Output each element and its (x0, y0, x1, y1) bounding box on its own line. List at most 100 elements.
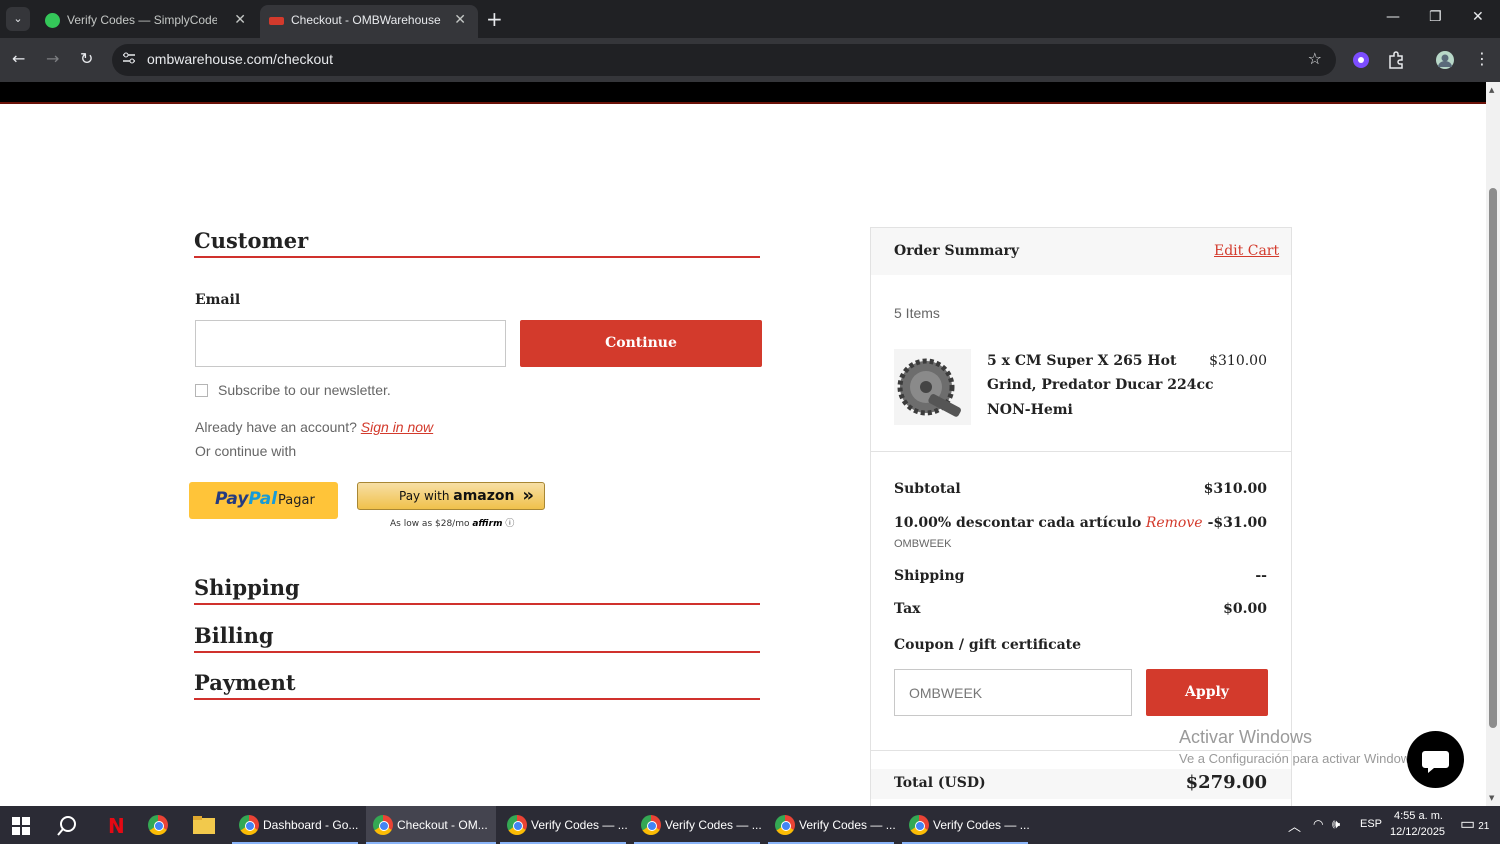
summary-divider (871, 451, 1291, 452)
volume-icon[interactable]: 🕪 (1332, 816, 1340, 832)
windows-start-icon[interactable] (12, 817, 30, 835)
chat-widget-button[interactable] (1407, 731, 1464, 788)
product-name-line-1: 5 x CM Super X 265 Hot (987, 353, 1177, 369)
product-gear-image (894, 349, 971, 425)
site-info-icon[interactable] (122, 51, 136, 65)
taskbar-app-label: Checkout - OM... (397, 818, 488, 832)
item-count: 5 Items (894, 305, 940, 321)
scroll-up-icon[interactable]: ▲ (1489, 86, 1494, 94)
taskbar-app-verify-codes-4[interactable]: Verify Codes — ... (902, 806, 1030, 844)
order-summary-panel: Order Summary Edit Cart 5 Items 5 x CM S… (870, 227, 1292, 806)
discount-value: -$31.00 (1207, 515, 1267, 531)
subtotal-value: $310.00 (1203, 481, 1267, 497)
wifi-icon[interactable]: ◠ (1313, 817, 1323, 831)
close-tab-icon[interactable]: ✕ (454, 11, 466, 28)
chat-bubble-icon (1422, 751, 1449, 773)
edit-cart-link[interactable]: Edit Cart (1214, 243, 1279, 259)
taskbar-app-label: Verify Codes — ... (933, 818, 1030, 832)
new-tab-icon[interactable]: + (486, 7, 503, 31)
tray-chevron-up-icon[interactable]: ︿ (1288, 816, 1301, 835)
notification-icon: ▭ (1460, 816, 1476, 833)
newsletter-checkbox[interactable] (195, 384, 208, 397)
address-bar[interactable]: ombwarehouse.com/checkout ☆ (112, 44, 1336, 76)
chrome-icon (909, 815, 929, 835)
browser-tab-strip: ⌄ Verify Codes — SimplyCodes ✕ Checkout … (0, 0, 1500, 38)
scroll-down-icon[interactable]: ▼ (1489, 794, 1494, 802)
newsletter-label: Subscribe to our newsletter. (218, 382, 391, 398)
taskbar-chrome-icon[interactable] (141, 806, 177, 844)
paypal-logo-icon: PayPal (215, 489, 278, 509)
notifications-button[interactable]: ▭ 21 (1460, 814, 1489, 834)
shipping-heading: Shipping (194, 575, 760, 605)
chrome-icon (239, 815, 259, 835)
amazon-logo-icon: amazon (453, 488, 515, 504)
coupon-input[interactable]: OMBWEEK (894, 669, 1132, 716)
email-input[interactable] (195, 320, 506, 367)
minimize-icon[interactable]: — (1386, 9, 1400, 25)
shipping-value: -- (1255, 568, 1267, 584)
scrollbar-thumb[interactable] (1489, 188, 1497, 728)
sign-in-link[interactable]: Sign in now (361, 419, 433, 435)
total-value: $279.00 (1185, 772, 1267, 793)
restore-icon[interactable]: ❐ (1429, 9, 1442, 25)
taskbar-app-label: Verify Codes — ... (799, 818, 896, 832)
taskbar-app-verify-codes-3[interactable]: Verify Codes — ... (768, 806, 896, 844)
extension-purple-icon[interactable] (1351, 50, 1371, 70)
apply-coupon-button[interactable]: Apply (1146, 669, 1268, 716)
forward-icon[interactable]: → (46, 49, 59, 68)
account-prompt-line: Already have an account? Sign in now (195, 419, 433, 435)
file-explorer-icon[interactable] (193, 816, 215, 834)
taskbar-app-dashboard[interactable]: Dashboard - Go... (232, 806, 358, 844)
coupon-label: Coupon / gift certificate (894, 637, 1082, 653)
browser-menu-icon[interactable]: ⋮ (1474, 49, 1490, 68)
tab-checkout[interactable]: Checkout - OMBWarehouse.com ✕ (260, 5, 478, 38)
tab-search-button[interactable]: ⌄ (6, 7, 30, 31)
info-icon[interactable]: ⓘ (505, 519, 514, 529)
back-icon[interactable]: ← (12, 49, 25, 68)
chrome-icon (641, 815, 661, 835)
notification-count: 21 (1478, 821, 1490, 832)
profile-avatar-icon[interactable] (1435, 50, 1455, 70)
chrome-icon (148, 815, 168, 835)
bookmark-star-icon[interactable]: ☆ (1308, 49, 1322, 68)
amazon-pay-prefix: Pay with (399, 489, 450, 503)
taskbar-app-label: Dashboard - Go... (263, 818, 359, 832)
netflix-icon[interactable]: N (108, 814, 125, 838)
continue-with-text: Or continue with (195, 443, 297, 459)
windows-taskbar: N Dashboard - Go... Checkout - OM... Ver… (0, 806, 1500, 844)
continue-button[interactable]: Continue (520, 320, 762, 367)
windows-activation-subtitle: Ve a Configuración para activar Windows. (1179, 751, 1421, 766)
chevron-right-icon: » (522, 485, 534, 506)
windows-activation-title: Activar Windows (1179, 727, 1313, 747)
chrome-icon (373, 815, 393, 835)
paypal-button[interactable]: PayPal Pagar (189, 482, 338, 519)
taskbar-app-label: Verify Codes — ... (531, 818, 628, 832)
tab-verify-codes[interactable]: Verify Codes — SimplyCodes ✕ (36, 5, 258, 38)
clock-date[interactable]: 12/12/2025 (1390, 826, 1445, 838)
chrome-icon (775, 815, 795, 835)
url-text: ombwarehouse.com/checkout (147, 51, 333, 67)
search-icon[interactable] (56, 815, 78, 837)
language-indicator[interactable]: ESP (1360, 818, 1382, 830)
discount-line: 10.00% descontar cada artículo Remove (894, 515, 1203, 531)
product-price: $310.00 (1209, 353, 1267, 369)
page-scrollbar[interactable]: ▲ ▼ (1486, 82, 1500, 806)
close-tab-icon[interactable]: ✕ (234, 11, 246, 28)
affirm-text: As low as $28/mo (390, 519, 470, 529)
taskbar-app-checkout[interactable]: Checkout - OM... (366, 806, 496, 844)
taskbar-app-verify-codes-2[interactable]: Verify Codes — ... (634, 806, 762, 844)
site-header-bar (0, 82, 1486, 104)
reload-icon[interactable]: ↻ (80, 49, 93, 68)
clock-time[interactable]: 4:55 a. m. (1394, 810, 1443, 822)
order-summary-title: Order Summary (894, 243, 1020, 259)
amazon-pay-button[interactable]: Pay with amazon » (357, 482, 545, 510)
extensions-puzzle-icon[interactable] (1386, 50, 1406, 70)
tab-title: Checkout - OMBWarehouse.com (291, 13, 441, 27)
payment-heading: Payment (194, 670, 760, 700)
account-prompt: Already have an account? (195, 419, 357, 435)
close-window-icon[interactable]: ✕ (1472, 9, 1484, 25)
customer-heading: Customer (194, 228, 760, 258)
simplycodes-favicon-icon (45, 13, 60, 28)
paypal-label: Pagar (278, 493, 315, 508)
taskbar-app-verify-codes-1[interactable]: Verify Codes — ... (500, 806, 628, 844)
